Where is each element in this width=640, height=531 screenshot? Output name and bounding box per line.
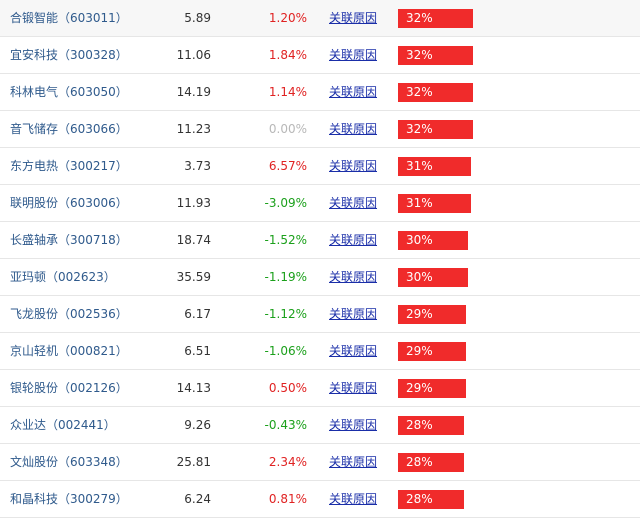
price-change-percent: -1.06% bbox=[264, 344, 307, 358]
relevance-bar: 29% bbox=[398, 379, 466, 398]
table-row: 联明股份（603006） 11.93 -3.09% 关联原因 31% bbox=[0, 185, 640, 222]
relevance-bar: 28% bbox=[398, 453, 464, 472]
relevance-bar: 32% bbox=[398, 46, 473, 65]
relevance-bar: 29% bbox=[398, 305, 466, 324]
stock-price: 11.06 bbox=[176, 48, 211, 62]
table-row: 京山轻机（000821） 6.51 -1.06% 关联原因 29% bbox=[0, 333, 640, 370]
relevance-bar-container: 30% bbox=[398, 268, 469, 287]
table-row: 文灿股份（603348） 25.81 2.34% 关联原因 28% bbox=[0, 444, 640, 481]
stock-name-link[interactable]: 联明股份（603006） bbox=[10, 185, 128, 222]
stock-name-link[interactable]: 东方电热（300217） bbox=[10, 148, 128, 185]
related-reason-link[interactable]: 关联原因 bbox=[329, 370, 377, 407]
stock-name-link[interactable]: 和晶科技（300279） bbox=[10, 481, 128, 518]
price-change-percent: 6.57% bbox=[268, 159, 307, 173]
relevance-bar: 32% bbox=[398, 120, 473, 139]
price-change-percent: 1.84% bbox=[268, 48, 307, 62]
stock-price: 35.59 bbox=[176, 270, 211, 284]
table-row: 亚玛顿（002623） 35.59 -1.19% 关联原因 30% bbox=[0, 259, 640, 296]
relevance-bar-container: 32% bbox=[398, 120, 473, 139]
relevance-bar-container: 31% bbox=[398, 194, 471, 213]
relevance-bar: 29% bbox=[398, 342, 466, 361]
related-reason-link[interactable]: 关联原因 bbox=[329, 333, 377, 370]
price-change-percent: 0.50% bbox=[268, 381, 307, 395]
stock-name-link[interactable]: 众业达（002441） bbox=[10, 407, 116, 444]
price-change-percent: -1.12% bbox=[264, 307, 307, 321]
stock-name-link[interactable]: 银轮股份（002126） bbox=[10, 370, 128, 407]
price-change-percent: 1.14% bbox=[268, 85, 307, 99]
table-row: 宜安科技（300328） 11.06 1.84% 关联原因 32% bbox=[0, 37, 640, 74]
relevance-bar: 28% bbox=[398, 416, 464, 435]
table-row: 和晶科技（300279） 6.24 0.81% 关联原因 28% bbox=[0, 481, 640, 518]
stock-price: 6.51 bbox=[184, 344, 211, 358]
price-change-percent: -3.09% bbox=[264, 196, 307, 210]
stock-price: 18.74 bbox=[176, 233, 211, 247]
related-reason-link[interactable]: 关联原因 bbox=[329, 37, 377, 74]
stock-price: 3.73 bbox=[184, 159, 211, 173]
table-row: 众业达（002441） 9.26 -0.43% 关联原因 28% bbox=[0, 407, 640, 444]
table-row: 银轮股份（002126） 14.13 0.50% 关联原因 29% bbox=[0, 370, 640, 407]
related-reason-link[interactable]: 关联原因 bbox=[329, 259, 377, 296]
relevance-bar-container: 32% bbox=[398, 9, 473, 28]
relevance-bar-container: 29% bbox=[398, 342, 466, 361]
stock-name-link[interactable]: 音飞储存（603066） bbox=[10, 111, 128, 148]
table-row: 合锻智能（603011） 5.89 1.20% 关联原因 32% bbox=[0, 0, 640, 37]
relevance-bar-container: 31% bbox=[398, 157, 471, 176]
stock-name-link[interactable]: 合锻智能（603011） bbox=[10, 0, 128, 37]
relevance-bar: 31% bbox=[398, 194, 471, 213]
relevance-bar: 32% bbox=[398, 83, 473, 102]
stock-price: 6.24 bbox=[184, 492, 211, 506]
related-reason-link[interactable]: 关联原因 bbox=[329, 296, 377, 333]
relevance-bar: 31% bbox=[398, 157, 471, 176]
price-change-percent: -0.43% bbox=[264, 418, 307, 432]
stock-price: 25.81 bbox=[176, 455, 211, 469]
price-change-percent: 2.34% bbox=[268, 455, 307, 469]
relevance-bar-container: 32% bbox=[398, 83, 473, 102]
stock-name-link[interactable]: 文灿股份（603348） bbox=[10, 444, 128, 481]
price-change-percent: 0.00% bbox=[268, 122, 307, 136]
related-reason-link[interactable]: 关联原因 bbox=[329, 407, 377, 444]
relevance-bar-container: 29% bbox=[398, 305, 466, 324]
related-reason-link[interactable]: 关联原因 bbox=[329, 74, 377, 111]
stock-list: 合锻智能（603011） 5.89 1.20% 关联原因 32% 宜安科技（300328）… bbox=[0, 0, 640, 518]
price-change-percent: -1.52% bbox=[264, 233, 307, 247]
relevance-bar-container: 28% bbox=[398, 416, 464, 435]
relevance-bar-container: 28% bbox=[398, 453, 464, 472]
related-reason-link[interactable]: 关联原因 bbox=[329, 222, 377, 259]
relevance-bar: 30% bbox=[398, 268, 469, 287]
relevance-bar-container: 28% bbox=[398, 490, 464, 509]
related-reason-link[interactable]: 关联原因 bbox=[329, 185, 377, 222]
table-row: 东方电热（300217） 3.73 6.57% 关联原因 31% bbox=[0, 148, 640, 185]
stock-name-link[interactable]: 亚玛顿（002623） bbox=[10, 259, 116, 296]
price-change-percent: -1.19% bbox=[264, 270, 307, 284]
related-reason-link[interactable]: 关联原因 bbox=[329, 444, 377, 481]
stock-price: 14.13 bbox=[176, 381, 211, 395]
related-reason-link[interactable]: 关联原因 bbox=[329, 148, 377, 185]
stock-name-link[interactable]: 京山轻机（000821） bbox=[10, 333, 128, 370]
stock-price: 11.23 bbox=[176, 122, 211, 136]
related-reason-link[interactable]: 关联原因 bbox=[329, 0, 377, 37]
relevance-bar: 32% bbox=[398, 9, 473, 28]
stock-price: 5.89 bbox=[184, 11, 211, 25]
stock-price: 14.19 bbox=[176, 85, 211, 99]
related-reason-link[interactable]: 关联原因 bbox=[329, 481, 377, 518]
relevance-bar-container: 32% bbox=[398, 46, 473, 65]
relevance-bar-container: 30% bbox=[398, 231, 469, 250]
stock-name-link[interactable]: 长盛轴承（300718） bbox=[10, 222, 128, 259]
relevance-bar: 30% bbox=[398, 231, 469, 250]
stock-price: 6.17 bbox=[184, 307, 211, 321]
related-reason-link[interactable]: 关联原因 bbox=[329, 111, 377, 148]
relevance-bar: 28% bbox=[398, 490, 464, 509]
stock-name-link[interactable]: 飞龙股份（002536） bbox=[10, 296, 128, 333]
table-row: 音飞储存（603066） 11.23 0.00% 关联原因 32% bbox=[0, 111, 640, 148]
stock-price: 9.26 bbox=[184, 418, 211, 432]
price-change-percent: 0.81% bbox=[268, 492, 307, 506]
table-row: 飞龙股份（002536） 6.17 -1.12% 关联原因 29% bbox=[0, 296, 640, 333]
table-row: 长盛轴承（300718） 18.74 -1.52% 关联原因 30% bbox=[0, 222, 640, 259]
table-row: 科林电气（603050） 14.19 1.14% 关联原因 32% bbox=[0, 74, 640, 111]
price-change-percent: 1.20% bbox=[268, 11, 307, 25]
relevance-bar-container: 29% bbox=[398, 379, 466, 398]
stock-price: 11.93 bbox=[176, 196, 211, 210]
stock-name-link[interactable]: 科林电气（603050） bbox=[10, 74, 128, 111]
stock-name-link[interactable]: 宜安科技（300328） bbox=[10, 37, 128, 74]
